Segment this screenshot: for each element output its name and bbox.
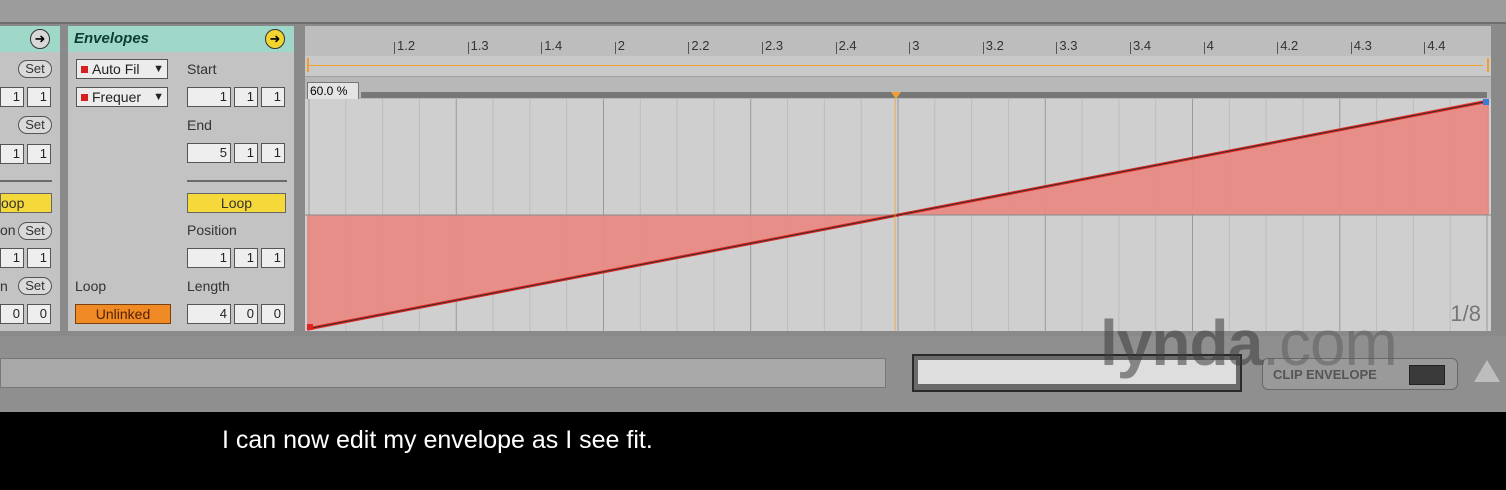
control-chooser[interactable]: Frequer ▼ — [76, 87, 168, 107]
horizontal-scroll-track[interactable] — [0, 358, 886, 388]
set-button-3[interactable]: Set — [18, 222, 52, 240]
length-label: Length — [187, 278, 230, 294]
top-bar — [0, 0, 1506, 24]
envelope-grid[interactable] — [305, 99, 1491, 331]
end-bar[interactable]: 5 — [187, 143, 231, 163]
control-chooser-value: Frequer — [92, 89, 142, 105]
ruler-label: 3.2 — [982, 38, 1004, 54]
caption-text: I can now edit my envelope as I see fit. — [222, 426, 653, 454]
left-num-3b[interactable]: 1 — [27, 248, 51, 268]
dropdown-arrow-icon: ▼ — [153, 91, 164, 103]
envelopes-header: Envelopes — [68, 26, 294, 52]
position-bar[interactable]: 1 — [187, 248, 231, 268]
value-readout-box: 60.0 % — [307, 82, 359, 100]
position-marker-icon[interactable] — [891, 92, 901, 99]
loop-brace-line — [309, 65, 1483, 66]
clip-panel-left: ➜ Set 1 1 Set 1 1 oop on Set 1 1 n Set 0… — [0, 26, 60, 331]
device-indicator — [81, 66, 88, 73]
clip-panel-toggle-button[interactable]: ➜ — [30, 29, 50, 49]
position-label: Position — [187, 222, 237, 238]
ruler-label: 4.2 — [1277, 38, 1299, 54]
breakpoint-end[interactable] — [1483, 99, 1489, 105]
watermark-brand: lynda — [1100, 307, 1263, 379]
grid-label: 1/8 — [1450, 301, 1481, 326]
end-beat[interactable]: 1 — [234, 143, 258, 163]
start-label: Start — [187, 61, 217, 77]
loop-start-marker[interactable] — [307, 58, 317, 72]
length-bar[interactable]: 4 — [187, 304, 231, 324]
ruler-label: 1.2 — [393, 38, 416, 54]
start-sixteenth[interactable]: 1 — [261, 87, 285, 107]
breakpoint-start[interactable] — [307, 324, 313, 330]
value-readout-bar — [361, 92, 1487, 98]
left-num-3a[interactable]: 1 — [0, 248, 24, 268]
start-beat[interactable]: 1 — [234, 87, 258, 107]
lynda-watermark: lynda.com — [1100, 306, 1398, 380]
ruler-label: 4 — [1203, 38, 1214, 54]
ruler-label: 2.3 — [761, 38, 784, 54]
ruler-label: 3 — [909, 38, 920, 54]
left-num-4a[interactable]: 0 — [0, 304, 24, 324]
end-sixteenth[interactable]: 1 — [261, 143, 285, 163]
left-loop-button[interactable]: oop — [0, 193, 52, 213]
ruler-label: 1.4 — [541, 38, 563, 54]
ruler-label: 3.4 — [1129, 38, 1152, 54]
left-num-1b[interactable]: 1 — [27, 87, 51, 107]
device-chooser[interactable]: Auto Fil ▼ — [76, 59, 168, 79]
set-button-4[interactable]: Set — [18, 277, 52, 295]
control-indicator — [81, 94, 88, 101]
length-sixteenth[interactable]: 0 — [261, 304, 285, 324]
loop-label: Loop — [75, 278, 107, 294]
envelope-editor[interactable]: 1.2 1.3 1.4 2 2.2 2.3 2.4 3 3.2 3.3 3.4 4 4.2 4.3 4.4 … — [305, 26, 1491, 331]
left-num-4b[interactable]: 0 — [27, 304, 51, 324]
envelopes-separator — [187, 180, 287, 182]
envelopes-toggle-button[interactable]: ➜ — [265, 29, 285, 49]
watermark-suffix: .com — [1262, 307, 1398, 379]
left-partial-label-2: n — [0, 278, 8, 294]
ableton-window: ➜ Set 1 1 Set 1 1 oop on Set 1 1 n Set 0… — [0, 0, 1506, 412]
left-num-1a[interactable]: 1 — [0, 87, 24, 107]
ruler-label: 2.4 — [835, 38, 857, 54]
ruler-label: 4.3 — [1350, 38, 1372, 54]
left-num-2b[interactable]: 1 — [27, 144, 51, 164]
set-button-2[interactable]: Set — [18, 116, 52, 134]
ruler-label: 2 — [614, 38, 626, 54]
loop-brace-bar[interactable] — [305, 56, 1491, 77]
position-sixteenth[interactable]: 1 — [261, 248, 285, 268]
timeline-ruler[interactable]: 1.2 1.3 1.4 2 2.2 2.3 2.4 3 3.2 3.3 3.4 4 4.2 4.3 4.4 — [305, 26, 1491, 57]
dropdown-arrow-icon: ▼ — [153, 63, 164, 75]
scroll-up-icon[interactable] — [1474, 360, 1500, 382]
ruler-label: 3.3 — [1056, 38, 1078, 54]
envelopes-title: Envelopes — [74, 30, 150, 47]
position-beat[interactable]: 1 — [234, 248, 258, 268]
caption-bar: I can now edit my envelope as I see fit. — [0, 412, 1506, 490]
value-readout: 60.0 % — [310, 84, 348, 98]
ruler-label: 2.2 — [688, 38, 710, 54]
unlinked-button[interactable]: Unlinked — [75, 304, 171, 324]
end-label: End — [187, 117, 212, 133]
set-button-1[interactable]: Set — [18, 60, 52, 78]
left-partial-label-1: on — [0, 222, 16, 238]
length-beat[interactable]: 0 — [234, 304, 258, 324]
ruler-label: 4.4 — [1424, 38, 1446, 54]
envelope-tab-icon — [1409, 365, 1445, 385]
loop-button[interactable]: Loop — [187, 193, 286, 213]
start-bar[interactable]: 1 — [187, 87, 231, 107]
envelopes-panel: Envelopes ➜ Auto Fil ▼ Frequer ▼ Loop Unli… — [68, 26, 294, 331]
left-num-2a[interactable]: 1 — [0, 144, 24, 164]
left-separator — [0, 180, 52, 182]
loop-end-marker[interactable] — [1479, 58, 1489, 72]
device-chooser-value: Auto Fil — [92, 61, 140, 77]
ruler-label: 1.3 — [467, 38, 489, 54]
